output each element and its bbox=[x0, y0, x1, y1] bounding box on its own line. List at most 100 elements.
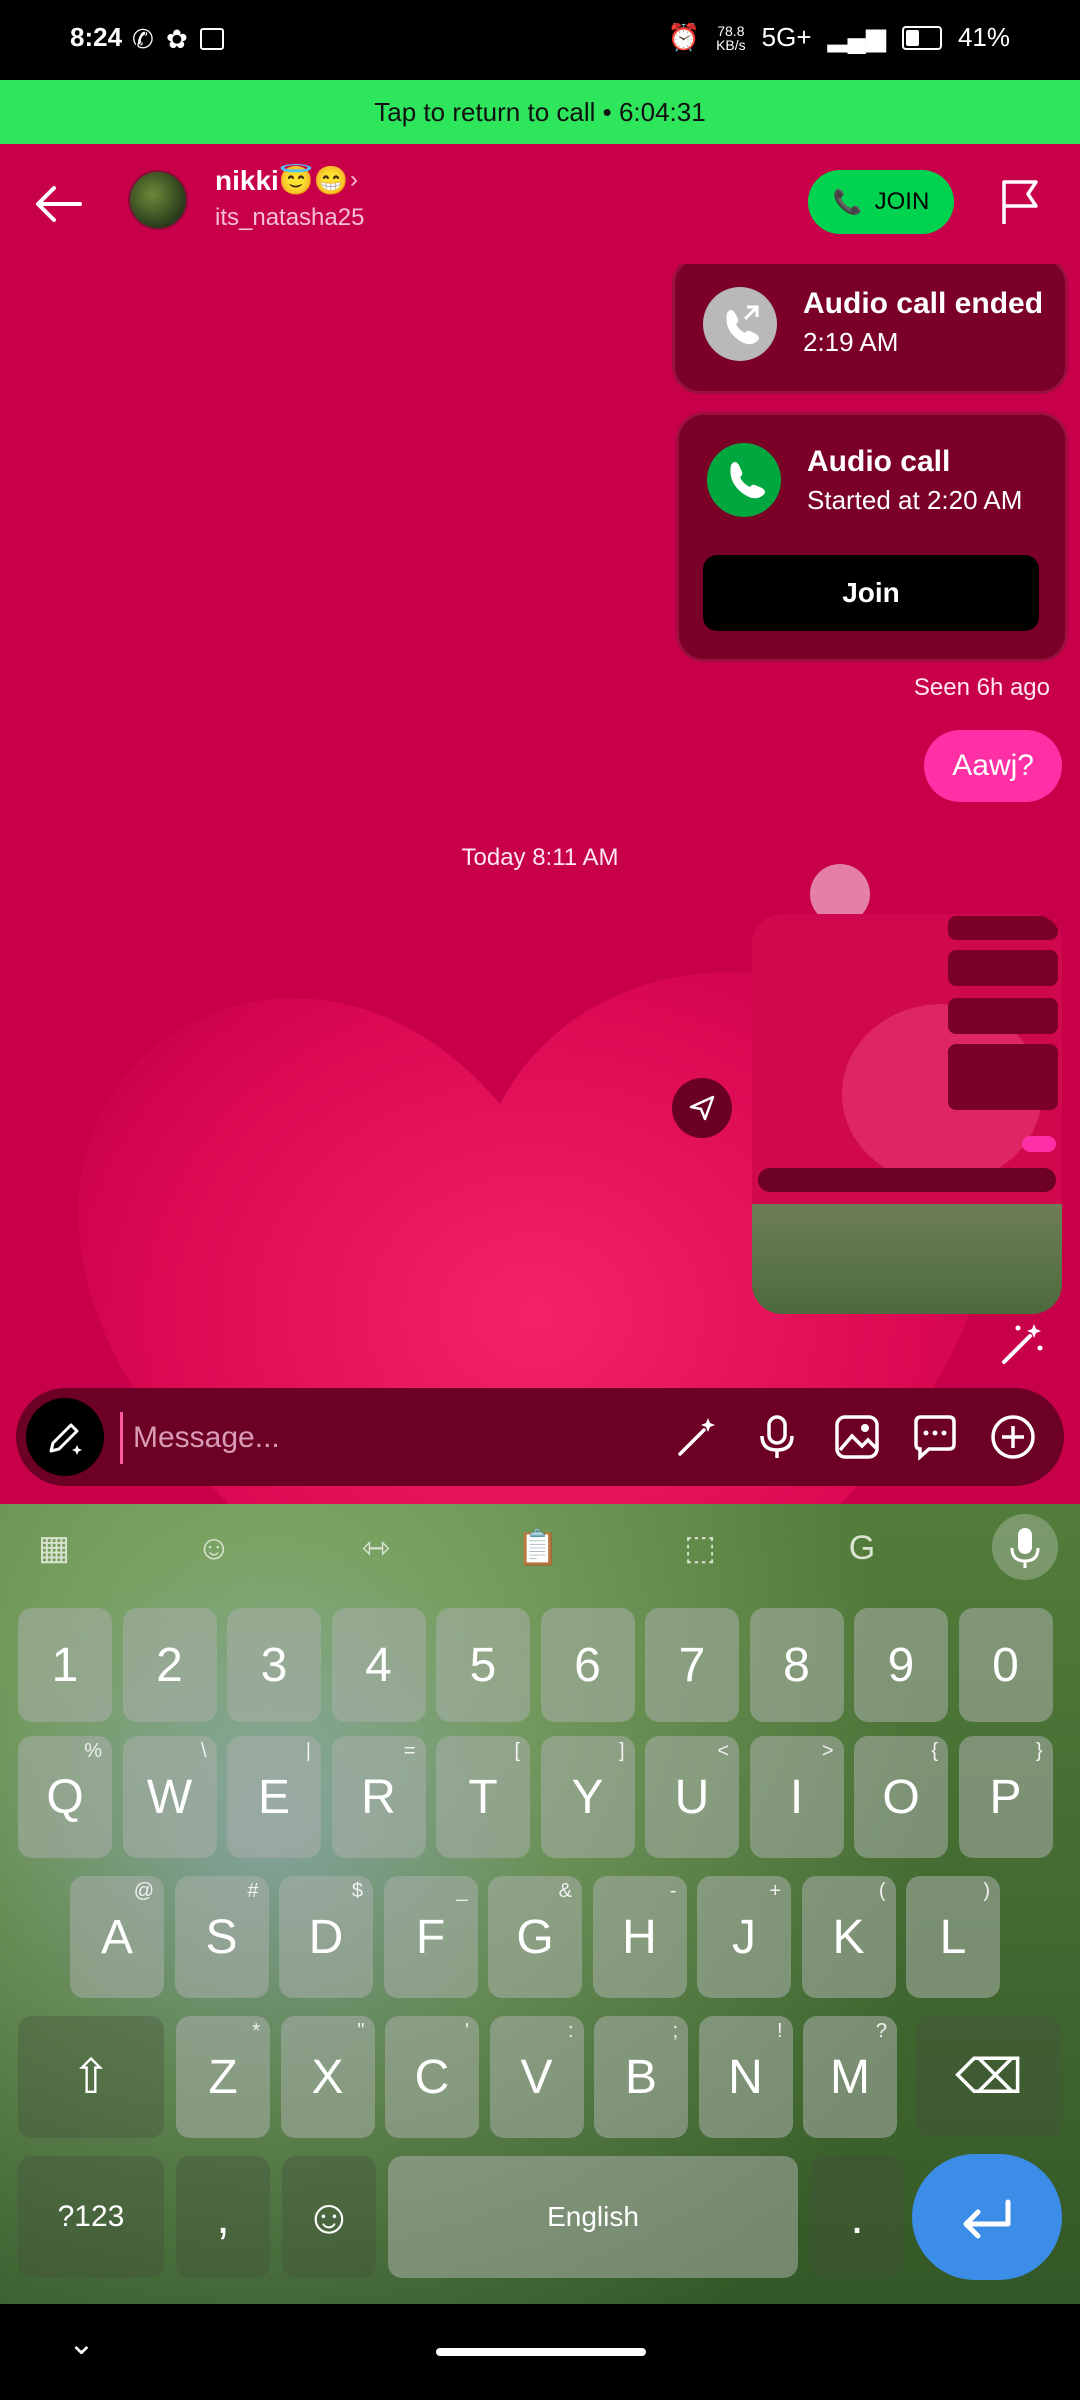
key-t[interactable]: T[ bbox=[436, 1736, 530, 1858]
key-z-label: Z bbox=[208, 2050, 238, 2104]
key-y-label: Y bbox=[571, 1770, 604, 1824]
key-6[interactable]: 6 bbox=[540, 1608, 635, 1722]
key-0[interactable]: 0 bbox=[958, 1608, 1053, 1722]
key-1[interactable]: 1 bbox=[18, 1608, 112, 1722]
key-5[interactable]: 5 bbox=[436, 1608, 530, 1722]
key-q-label: Q bbox=[46, 1770, 84, 1824]
key-q[interactable]: Q% bbox=[18, 1736, 112, 1858]
key-i[interactable]: I > bbox=[749, 1736, 844, 1858]
thumb-bubble bbox=[1022, 1136, 1056, 1152]
network-speed: 78.8 KB/s bbox=[716, 24, 746, 52]
key-9[interactable]: 9 bbox=[854, 1608, 948, 1722]
key-u[interactable]: U < bbox=[645, 1736, 739, 1858]
key-7[interactable]: 7 bbox=[645, 1608, 739, 1722]
add-icon[interactable] bbox=[988, 1412, 1038, 1462]
avatar[interactable] bbox=[128, 170, 188, 230]
comma-key[interactable]: , bbox=[176, 2156, 270, 2278]
key-u-label: U bbox=[674, 1770, 710, 1824]
magic-wand-icon[interactable] bbox=[996, 1320, 1046, 1370]
sent-message-bubble[interactable]: Aawj? bbox=[924, 730, 1062, 802]
key-m[interactable]: M? bbox=[803, 2016, 897, 2138]
key-4[interactable]: 4 bbox=[331, 1608, 426, 1722]
gallery-icon[interactable] bbox=[832, 1412, 882, 1462]
key-d-hint: $ bbox=[351, 1880, 363, 1902]
key-m-hint: ? bbox=[875, 2020, 887, 2042]
message-input[interactable] bbox=[120, 1412, 655, 1464]
key-z[interactable]: Z * bbox=[176, 2016, 270, 2138]
key-y[interactable]: Y] bbox=[540, 1736, 635, 1858]
chevron-right-icon[interactable]: › bbox=[350, 166, 358, 194]
key-2[interactable]: 2 bbox=[122, 1608, 217, 1722]
key-s-label: S bbox=[205, 1910, 238, 1964]
join-button[interactable]: Join bbox=[703, 555, 1039, 631]
period-key-label: . bbox=[850, 2190, 864, 2244]
sticker-chat-icon[interactable] bbox=[910, 1412, 960, 1462]
key-k-hint: ( bbox=[878, 1880, 886, 1902]
thumb-composer bbox=[758, 1168, 1056, 1192]
symbols-key[interactable]: ?123 bbox=[18, 2156, 164, 2278]
key-l[interactable]: L) bbox=[906, 1876, 1000, 1998]
thumb-card bbox=[948, 950, 1058, 986]
return-to-call-text: Tap to return to call • 6:04:31 bbox=[374, 96, 706, 127]
key-g[interactable]: G & bbox=[488, 1876, 582, 1998]
key-i-hint: > bbox=[821, 1740, 834, 1762]
home-gesture-pill[interactable] bbox=[436, 2348, 646, 2356]
call-ended-title: Audio call ended bbox=[803, 287, 1044, 320]
contact-username[interactable]: its_natasha25 bbox=[215, 204, 364, 232]
share-send-button[interactable] bbox=[672, 1078, 732, 1138]
join-call-button[interactable]: 📞 JOIN bbox=[808, 170, 954, 234]
key-v[interactable]: V: bbox=[489, 2016, 584, 2138]
key-0-label: 0 bbox=[992, 1638, 1019, 1692]
key-t-label: T bbox=[468, 1770, 498, 1824]
key-3[interactable]: 3 bbox=[227, 1608, 321, 1722]
contact-name[interactable]: nikki😇😁 bbox=[215, 164, 349, 197]
back-arrow-icon[interactable] bbox=[30, 174, 90, 234]
enter-key[interactable] bbox=[912, 2154, 1062, 2280]
flag-icon[interactable] bbox=[998, 178, 1042, 226]
audio-call-card[interactable]: Audio call Started at 2:20 AM Join bbox=[676, 412, 1068, 662]
audio-call-ended-card[interactable]: Audio call ended 2:19 AM bbox=[672, 264, 1068, 394]
shared-screenshot-image[interactable] bbox=[752, 914, 1062, 1314]
key-a[interactable]: A @ bbox=[70, 1876, 164, 1998]
hide-keyboard-chevron-icon[interactable]: ⌄ bbox=[68, 2324, 95, 2362]
key-v-label: V bbox=[520, 2050, 553, 2104]
key-k-label: K bbox=[832, 1910, 865, 1964]
key-x[interactable]: X " bbox=[280, 2016, 375, 2138]
key-b[interactable]: B; bbox=[594, 2016, 688, 2138]
shift-key[interactable]: ⇧ bbox=[18, 2016, 164, 2138]
chat-thread[interactable]: Audio call ended 2:19 AM Audio call Star… bbox=[0, 264, 1080, 1504]
key-e-hint: | bbox=[305, 1740, 311, 1762]
key-j[interactable]: J + bbox=[697, 1876, 791, 1998]
key-e[interactable]: E | bbox=[227, 1736, 321, 1858]
key-p-hint: } bbox=[1035, 1740, 1043, 1762]
call-ended-icon bbox=[703, 287, 777, 361]
key-s[interactable]: S # bbox=[174, 1876, 269, 1998]
microphone-icon[interactable] bbox=[752, 1412, 802, 1462]
key-d[interactable]: D $ bbox=[279, 1876, 373, 1998]
magic-wand-icon[interactable] bbox=[672, 1412, 722, 1462]
return-to-call-banner[interactable]: Tap to return to call • 6:04:31 bbox=[0, 80, 1080, 144]
key-k[interactable]: K( bbox=[801, 1876, 896, 1998]
key-p[interactable]: P} bbox=[958, 1736, 1053, 1858]
key-d-label: D bbox=[308, 1910, 344, 1964]
key-t-hint: [ bbox=[514, 1740, 520, 1762]
key-r[interactable]: R = bbox=[331, 1736, 426, 1858]
key-o[interactable]: O{ bbox=[854, 1736, 948, 1858]
battery-percent: 41% bbox=[957, 22, 1010, 52]
key-w[interactable]: W \ bbox=[122, 1736, 217, 1858]
key-f[interactable]: F _ bbox=[383, 1876, 478, 1998]
space-key[interactable]: English bbox=[388, 2156, 798, 2278]
key-c-label: C bbox=[414, 2050, 450, 2104]
key-r-label: R bbox=[361, 1770, 396, 1824]
key-c[interactable]: C ' bbox=[385, 2016, 479, 2138]
key-m-label: M bbox=[830, 2050, 870, 2104]
key-f-hint: _ bbox=[456, 1880, 468, 1902]
compose-pencil-button[interactable] bbox=[26, 1398, 104, 1476]
key-e-label: E bbox=[257, 1770, 290, 1824]
key-8[interactable]: 8 bbox=[749, 1608, 844, 1722]
key-n[interactable]: N! bbox=[698, 2016, 793, 2138]
emoji-key[interactable]: ☺ bbox=[282, 2156, 376, 2278]
period-key[interactable]: . bbox=[810, 2156, 904, 2278]
backspace-key[interactable]: ⌫ bbox=[916, 2016, 1062, 2138]
key-h[interactable]: H- bbox=[592, 1876, 687, 1998]
